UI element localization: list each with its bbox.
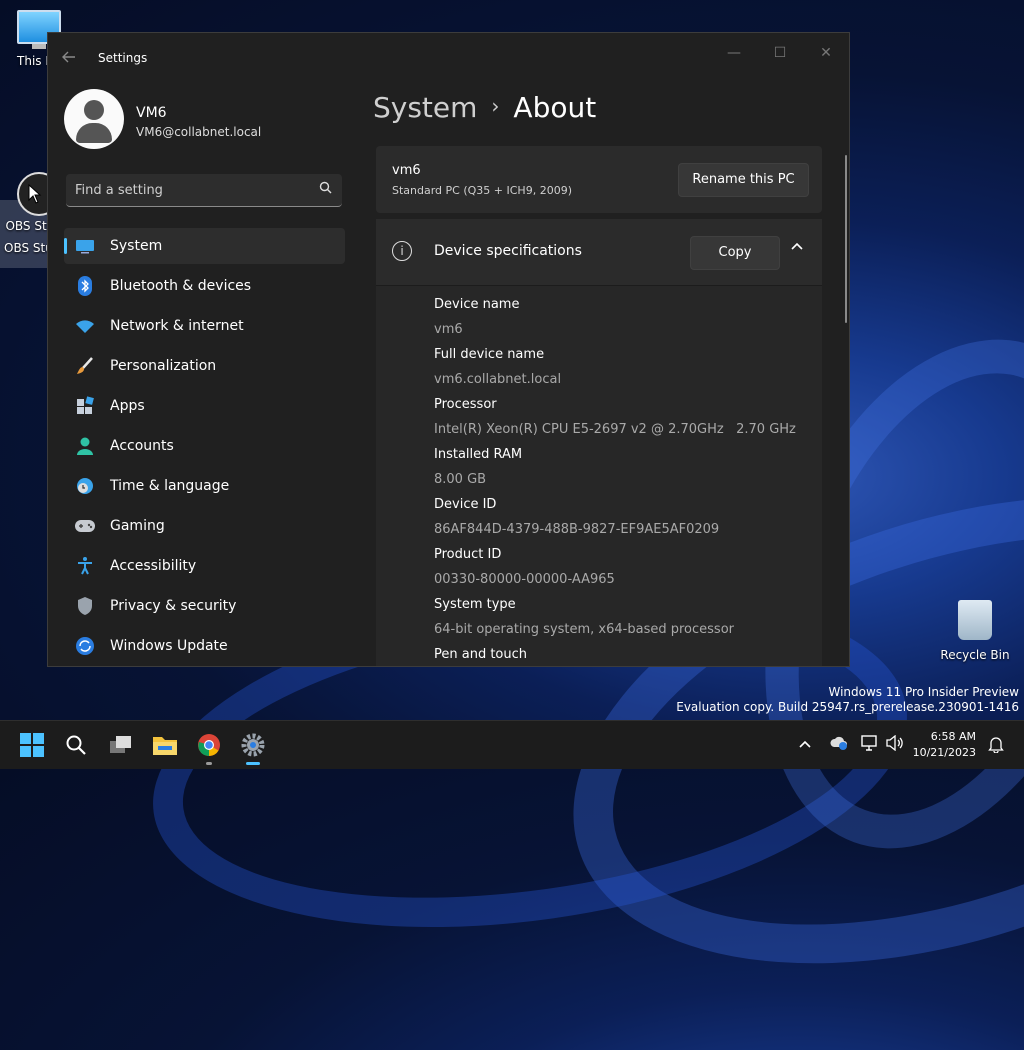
accessibility-icon: [74, 555, 96, 577]
gamepad-icon: [74, 515, 96, 537]
sidebar-item-time-language[interactable]: Time & language: [64, 468, 345, 504]
gear-icon: [241, 733, 265, 757]
notifications-button[interactable]: [988, 735, 1004, 757]
sidebar-item-apps[interactable]: Apps: [64, 388, 345, 424]
task-view-button[interactable]: [107, 731, 135, 759]
breadcrumb-parent[interactable]: System: [373, 91, 477, 124]
chrome-button[interactable]: [195, 731, 223, 759]
chevron-up-icon[interactable]: [790, 239, 804, 255]
search-icon: [66, 735, 86, 755]
network-tray-button[interactable]: [860, 735, 880, 755]
back-button[interactable]: [62, 49, 84, 67]
sidebar-item-bluetooth[interactable]: Bluetooth & devices: [64, 268, 345, 304]
arrow-left-icon: [62, 51, 75, 63]
user-name: VM6: [136, 105, 167, 121]
active-indicator: [246, 762, 260, 765]
apps-icon: [74, 395, 96, 417]
rename-pc-button[interactable]: Rename this PC: [678, 163, 809, 197]
recycle-bin-icon: [958, 600, 992, 640]
network-icon: [861, 735, 877, 751]
page-title: About: [513, 91, 597, 124]
start-button[interactable]: [18, 731, 46, 759]
search-icon[interactable]: [319, 181, 332, 198]
running-indicator: [206, 762, 212, 765]
file-explorer-button[interactable]: [151, 731, 179, 759]
show-hidden-icons-button[interactable]: [798, 735, 812, 753]
sidebar-item-gaming[interactable]: Gaming: [64, 508, 345, 544]
settings-taskbar-button[interactable]: [239, 731, 267, 759]
spec-row-device-id: Device ID 86AF844D-4379-488B-9827-EF9AE5…: [434, 497, 720, 537]
monitor-icon: [74, 235, 96, 257]
sidebar-item-accessibility[interactable]: Accessibility: [64, 548, 345, 584]
avatar: [64, 89, 124, 149]
user-email: VM6@collabnet.local: [136, 125, 262, 139]
chevron-up-icon: [799, 740, 811, 748]
update-icon: [74, 635, 96, 657]
sidebar-item-accounts[interactable]: Accounts: [64, 428, 345, 464]
cloud-icon: [830, 736, 847, 750]
person-icon: [74, 435, 96, 457]
folder-icon: [153, 737, 177, 755]
breadcrumb: System › About: [373, 91, 596, 124]
sidebar-item-system[interactable]: System: [64, 228, 345, 264]
windows-watermark: Windows 11 Pro Insider Preview Evaluatio…: [676, 685, 1019, 714]
shield-icon: [74, 595, 96, 617]
info-icon: i: [392, 241, 412, 261]
mouse-cursor-icon: [28, 184, 42, 204]
pc-name: vm6: [392, 163, 421, 178]
search-button[interactable]: [62, 731, 90, 759]
app-title: Settings: [98, 51, 148, 65]
spec-row-pen-and-touch: Pen and touch: [434, 647, 528, 662]
device-specifications-title: Device specifications: [434, 243, 582, 259]
settings-window: Settings — ☐ ✕ VM6 VM6@collabnet.local S…: [47, 32, 850, 667]
desktop-icon-recycle-bin[interactable]: Recycle Bin: [940, 600, 1010, 662]
breadcrumb-separator: ›: [491, 94, 500, 118]
scrollbar[interactable]: [845, 155, 847, 323]
globe-clock-icon: [74, 475, 96, 497]
sidebar-item-personalization[interactable]: Personalization: [64, 348, 345, 384]
spec-list: Device name vm6 Full device name vm6.col…: [434, 297, 796, 666]
sidebar-item-windows-update[interactable]: Windows Update: [64, 628, 345, 664]
pc-name-card: vm6 Standard PC (Q35 + ICH9, 2009) Renam…: [376, 146, 822, 213]
search-box[interactable]: [66, 174, 342, 207]
volume-tray-button[interactable]: [885, 734, 905, 755]
sidebar-item-privacy-security[interactable]: Privacy & security: [64, 588, 345, 624]
spec-row-installed-ram: Installed RAM 8.00 GB: [434, 447, 523, 487]
device-specifications-card: i Device specifications Copy Device name…: [376, 219, 822, 666]
spec-row-processor: Processor Intel(R) Xeon(R) CPU E5-2697 v…: [434, 397, 796, 437]
main-content: System › About vm6 Standard PC (Q35 + ICH9…: [373, 33, 849, 666]
onedrive-tray-button[interactable]: [829, 735, 849, 755]
speaker-icon: [886, 734, 903, 752]
spec-row-full-device-name: Full device name vm6.collabnet.local: [434, 347, 562, 387]
spec-row-system-type: System type 64-bit operating system, x64…: [434, 597, 734, 637]
wifi-icon: [74, 315, 96, 337]
spec-row-product-id: Product ID 00330-80000-00000-AA965: [434, 547, 615, 587]
pc-model: Standard PC (Q35 + ICH9, 2009): [392, 184, 572, 197]
bluetooth-icon: [74, 275, 96, 297]
windows-logo-icon: [20, 733, 44, 757]
device-specifications-header[interactable]: i Device specifications Copy: [376, 219, 822, 286]
bell-icon: [988, 737, 1004, 754]
task-view-icon: [110, 736, 131, 753]
chrome-icon: [198, 734, 220, 756]
search-input[interactable]: [66, 174, 315, 206]
sidebar-nav: System Bluetooth & devices Network & int…: [64, 228, 345, 666]
sidebar-item-network[interactable]: Network & internet: [64, 308, 345, 344]
spec-row-device-name: Device name vm6: [434, 297, 520, 337]
copy-button[interactable]: Copy: [690, 236, 780, 270]
taskbar-clock[interactable]: 6:58 AM 10/21/2023: [913, 729, 976, 761]
brush-icon: [74, 355, 96, 377]
taskbar: 6:58 AM 10/21/2023: [0, 720, 1024, 769]
